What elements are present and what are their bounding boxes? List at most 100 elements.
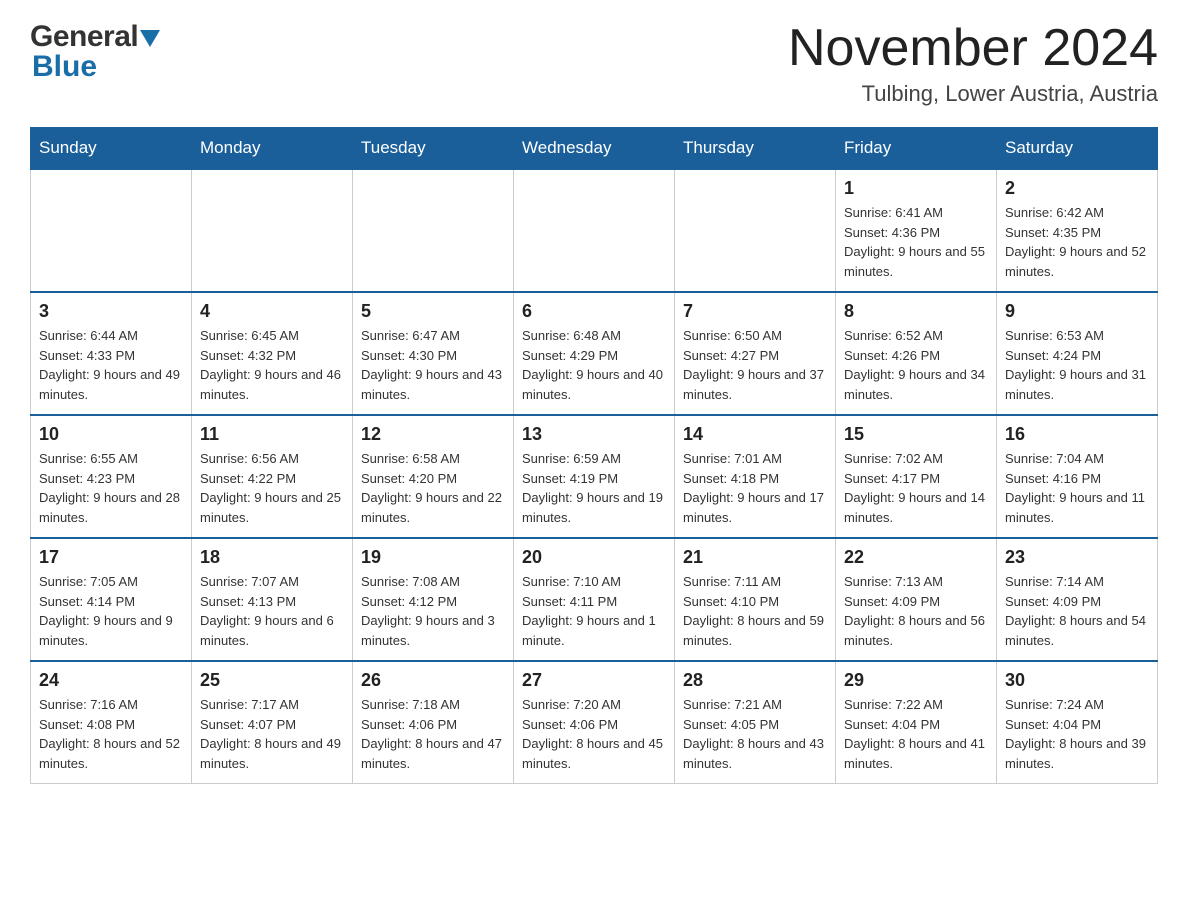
day-info: Sunrise: 6:56 AM Sunset: 4:22 PM Dayligh… bbox=[200, 449, 344, 527]
day-info: Sunrise: 7:02 AM Sunset: 4:17 PM Dayligh… bbox=[844, 449, 988, 527]
day-number: 23 bbox=[1005, 547, 1149, 568]
col-header-friday: Friday bbox=[836, 128, 997, 170]
day-number: 19 bbox=[361, 547, 505, 568]
day-info: Sunrise: 6:41 AM Sunset: 4:36 PM Dayligh… bbox=[844, 203, 988, 281]
calendar-cell: 29 Sunrise: 7:22 AM Sunset: 4:04 PM Dayli… bbox=[836, 661, 997, 784]
calendar-cell: 3 Sunrise: 6:44 AM Sunset: 4:33 PM Daylig… bbox=[31, 292, 192, 415]
calendar-cell: 1Sunrise: 6:41 AM Sunset: 4:36 PM Daylig… bbox=[836, 169, 997, 292]
day-number: 18 bbox=[200, 547, 344, 568]
day-info: Sunrise: 7:22 AM Sunset: 4:04 PM Dayligh… bbox=[844, 695, 988, 773]
calendar-cell: 4Sunrise: 6:45 AM Sunset: 4:32 PM Daylig… bbox=[192, 292, 353, 415]
calendar-cell bbox=[31, 169, 192, 292]
day-info: Sunrise: 7:11 AM Sunset: 4:10 PM Dayligh… bbox=[683, 572, 827, 650]
calendar-cell: 23 Sunrise: 7:14 AM Sunset: 4:09 PM Dayli… bbox=[997, 538, 1158, 661]
day-info: Sunrise: 7:20 AM Sunset: 4:06 PM Dayligh… bbox=[522, 695, 666, 773]
logo-triangle-icon bbox=[140, 30, 160, 47]
day-number: 13 bbox=[522, 424, 666, 445]
calendar-cell: 10 Sunrise: 6:55 AM Sunset: 4:23 PM Dayli… bbox=[31, 415, 192, 538]
day-number: 30 bbox=[1005, 670, 1149, 691]
day-info: Sunrise: 6:48 AM Sunset: 4:29 PM Dayligh… bbox=[522, 326, 666, 404]
calendar-cell bbox=[192, 169, 353, 292]
calendar-cell: 17 Sunrise: 7:05 AM Sunset: 4:14 PM Dayli… bbox=[31, 538, 192, 661]
day-number: 28 bbox=[683, 670, 827, 691]
calendar-cell: 25 Sunrise: 7:17 AM Sunset: 4:07 PM Dayli… bbox=[192, 661, 353, 784]
day-info: Sunrise: 7:24 AM Sunset: 4:04 PM Dayligh… bbox=[1005, 695, 1149, 773]
day-info: Sunrise: 6:42 AM Sunset: 4:35 PM Dayligh… bbox=[1005, 203, 1149, 281]
calendar-cell: 9 Sunrise: 6:53 AM Sunset: 4:24 PM Daylig… bbox=[997, 292, 1158, 415]
col-header-saturday: Saturday bbox=[997, 128, 1158, 170]
col-header-monday: Monday bbox=[192, 128, 353, 170]
day-number: 21 bbox=[683, 547, 827, 568]
day-number: 27 bbox=[522, 670, 666, 691]
calendar-cell: 2 Sunrise: 6:42 AM Sunset: 4:35 PM Daylig… bbox=[997, 169, 1158, 292]
day-number: 8 bbox=[844, 301, 988, 322]
day-info: Sunrise: 7:01 AM Sunset: 4:18 PM Dayligh… bbox=[683, 449, 827, 527]
title-block: November 2024 Tulbing, Lower Austria, Au… bbox=[788, 20, 1158, 107]
calendar-cell: 26 Sunrise: 7:18 AM Sunset: 4:06 PM Dayli… bbox=[353, 661, 514, 784]
calendar-cell: 20 Sunrise: 7:10 AM Sunset: 4:11 PM Dayli… bbox=[514, 538, 675, 661]
day-info: Sunrise: 7:04 AM Sunset: 4:16 PM Dayligh… bbox=[1005, 449, 1149, 527]
day-number: 12 bbox=[361, 424, 505, 445]
calendar-cell bbox=[675, 169, 836, 292]
day-number: 5 bbox=[361, 301, 505, 322]
calendar-cell: 27 Sunrise: 7:20 AM Sunset: 4:06 PM Dayli… bbox=[514, 661, 675, 784]
day-number: 14 bbox=[683, 424, 827, 445]
day-info: Sunrise: 7:21 AM Sunset: 4:05 PM Dayligh… bbox=[683, 695, 827, 773]
day-number: 20 bbox=[522, 547, 666, 568]
day-info: Sunrise: 7:05 AM Sunset: 4:14 PM Dayligh… bbox=[39, 572, 183, 650]
day-info: Sunrise: 6:59 AM Sunset: 4:19 PM Dayligh… bbox=[522, 449, 666, 527]
day-info: Sunrise: 6:55 AM Sunset: 4:23 PM Dayligh… bbox=[39, 449, 183, 527]
calendar-cell: 18 Sunrise: 7:07 AM Sunset: 4:13 PM Dayli… bbox=[192, 538, 353, 661]
day-info: Sunrise: 6:53 AM Sunset: 4:24 PM Dayligh… bbox=[1005, 326, 1149, 404]
day-number: 29 bbox=[844, 670, 988, 691]
day-info: Sunrise: 6:47 AM Sunset: 4:30 PM Dayligh… bbox=[361, 326, 505, 404]
day-number: 2 bbox=[1005, 178, 1149, 199]
day-info: Sunrise: 7:10 AM Sunset: 4:11 PM Dayligh… bbox=[522, 572, 666, 650]
calendar-table: SundayMondayTuesdayWednesdayThursdayFrid… bbox=[30, 127, 1158, 784]
day-info: Sunrise: 7:14 AM Sunset: 4:09 PM Dayligh… bbox=[1005, 572, 1149, 650]
day-number: 15 bbox=[844, 424, 988, 445]
calendar-cell: 6 Sunrise: 6:48 AM Sunset: 4:29 PM Daylig… bbox=[514, 292, 675, 415]
day-number: 25 bbox=[200, 670, 344, 691]
day-number: 3 bbox=[39, 301, 183, 322]
day-info: Sunrise: 7:08 AM Sunset: 4:12 PM Dayligh… bbox=[361, 572, 505, 650]
calendar-cell: 30 Sunrise: 7:24 AM Sunset: 4:04 PM Dayli… bbox=[997, 661, 1158, 784]
day-number: 9 bbox=[1005, 301, 1149, 322]
day-info: Sunrise: 7:07 AM Sunset: 4:13 PM Dayligh… bbox=[200, 572, 344, 650]
calendar-cell: 16Sunrise: 7:04 AM Sunset: 4:16 PM Dayli… bbox=[997, 415, 1158, 538]
calendar-cell: 5 Sunrise: 6:47 AM Sunset: 4:30 PM Daylig… bbox=[353, 292, 514, 415]
day-number: 4 bbox=[200, 301, 344, 322]
calendar-cell: 22Sunrise: 7:13 AM Sunset: 4:09 PM Dayli… bbox=[836, 538, 997, 661]
calendar-cell: 8 Sunrise: 6:52 AM Sunset: 4:26 PM Daylig… bbox=[836, 292, 997, 415]
day-number: 7 bbox=[683, 301, 827, 322]
logo: General Blue bbox=[30, 20, 160, 84]
col-header-thursday: Thursday bbox=[675, 128, 836, 170]
calendar-cell: 21 Sunrise: 7:11 AM Sunset: 4:10 PM Dayli… bbox=[675, 538, 836, 661]
col-header-sunday: Sunday bbox=[31, 128, 192, 170]
day-number: 26 bbox=[361, 670, 505, 691]
calendar-cell: 19 Sunrise: 7:08 AM Sunset: 4:12 PM Dayli… bbox=[353, 538, 514, 661]
day-info: Sunrise: 7:16 AM Sunset: 4:08 PM Dayligh… bbox=[39, 695, 183, 773]
calendar-cell: 11Sunrise: 6:56 AM Sunset: 4:22 PM Dayli… bbox=[192, 415, 353, 538]
calendar-cell: 14 Sunrise: 7:01 AM Sunset: 4:18 PM Dayli… bbox=[675, 415, 836, 538]
day-info: Sunrise: 7:17 AM Sunset: 4:07 PM Dayligh… bbox=[200, 695, 344, 773]
day-number: 24 bbox=[39, 670, 183, 691]
day-info: Sunrise: 6:44 AM Sunset: 4:33 PM Dayligh… bbox=[39, 326, 183, 404]
location-subtitle: Tulbing, Lower Austria, Austria bbox=[788, 81, 1158, 107]
calendar-cell: 28 Sunrise: 7:21 AM Sunset: 4:05 PM Dayli… bbox=[675, 661, 836, 784]
day-info: Sunrise: 6:52 AM Sunset: 4:26 PM Dayligh… bbox=[844, 326, 988, 404]
calendar-cell bbox=[514, 169, 675, 292]
day-number: 17 bbox=[39, 547, 183, 568]
day-number: 10 bbox=[39, 424, 183, 445]
day-info: Sunrise: 7:13 AM Sunset: 4:09 PM Dayligh… bbox=[844, 572, 988, 650]
day-number: 6 bbox=[522, 301, 666, 322]
page-header: General Blue November 2024 Tulbing, Lowe… bbox=[30, 20, 1158, 107]
day-info: Sunrise: 6:58 AM Sunset: 4:20 PM Dayligh… bbox=[361, 449, 505, 527]
col-header-wednesday: Wednesday bbox=[514, 128, 675, 170]
day-info: Sunrise: 7:18 AM Sunset: 4:06 PM Dayligh… bbox=[361, 695, 505, 773]
logo-blue-text: Blue bbox=[30, 50, 97, 84]
calendar-cell: 15 Sunrise: 7:02 AM Sunset: 4:17 PM Dayli… bbox=[836, 415, 997, 538]
calendar-cell: 12 Sunrise: 6:58 AM Sunset: 4:20 PM Dayli… bbox=[353, 415, 514, 538]
calendar-cell: 24 Sunrise: 7:16 AM Sunset: 4:08 PM Dayli… bbox=[31, 661, 192, 784]
calendar-cell bbox=[353, 169, 514, 292]
